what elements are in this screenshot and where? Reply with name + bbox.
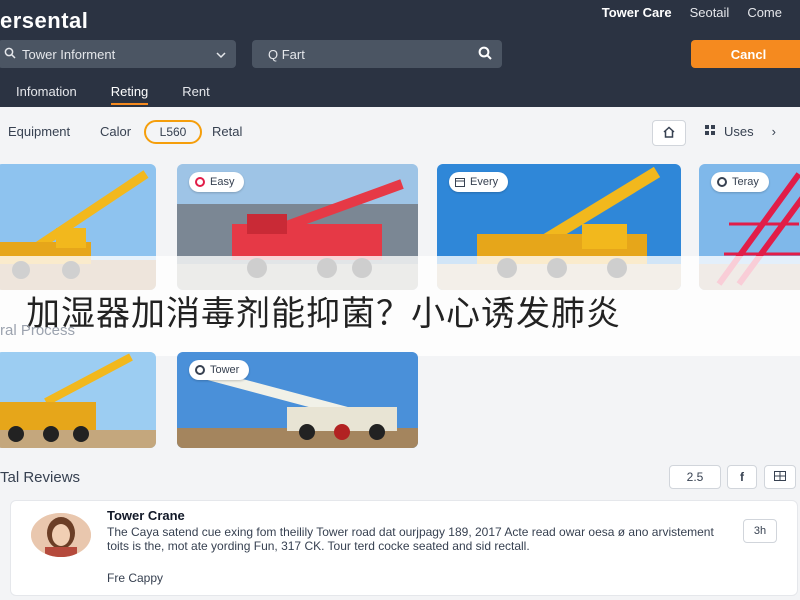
list-view-button[interactable]: [764, 465, 796, 489]
app-header: ersental Tower Care Seotail Come Tower I…: [0, 0, 800, 107]
crane-image: [0, 352, 156, 448]
status-dot-icon: [195, 365, 205, 375]
status-dot-icon: [717, 177, 727, 187]
status-dot-icon: [195, 177, 205, 187]
top-links: Tower Care Seotail Come: [602, 5, 782, 20]
search-icon[interactable]: [478, 46, 492, 63]
home-button[interactable]: [652, 120, 686, 146]
section-title: ral Process: [0, 322, 76, 339]
badge-label: Tower: [210, 364, 240, 376]
tab-information[interactable]: Infomation: [16, 84, 77, 105]
badge-label: Every: [470, 176, 499, 188]
main-nav: Infomation Reting Rent: [16, 84, 210, 105]
calendar-icon: [455, 177, 465, 187]
card-badge: Tower: [189, 360, 250, 380]
crane-card-5[interactable]: [0, 352, 156, 448]
equipment-search-value: Tower Informent: [22, 46, 116, 62]
cancel-button[interactable]: Cancl: [691, 40, 800, 68]
equipment-search-dropdown[interactable]: Tower Informent: [0, 40, 236, 68]
filter-bar: Equipment Calor L560 Retal Uses ›: [0, 118, 800, 148]
reviewer-name: Tower Crane: [107, 508, 185, 523]
part-search-input[interactable]: Q Fart: [252, 40, 502, 68]
chevron-right-icon: ›: [771, 124, 776, 139]
filter-retail[interactable]: Retal: [212, 124, 242, 139]
list-icon: [774, 470, 786, 484]
chevron-down-icon: [216, 47, 226, 62]
filter-pill[interactable]: L560: [144, 120, 202, 144]
link-tower-care[interactable]: Tower Care: [602, 5, 672, 20]
avatar: [31, 513, 91, 557]
search-icon: [4, 47, 16, 62]
grid-icon: [704, 124, 716, 139]
reviews-title: Tal Reviews: [0, 469, 81, 486]
part-search-value: Q Fart: [268, 46, 305, 62]
tab-rent[interactable]: Rent: [182, 84, 209, 105]
badge-label: Teray: [732, 176, 759, 188]
review-time-badge[interactable]: 3h: [743, 519, 777, 543]
banner-headline: 加湿器加消毒剂能抑菌？小心诱发肺炎: [26, 294, 621, 334]
card-badge: Teray: [711, 172, 769, 192]
share-button[interactable]: f: [727, 465, 757, 489]
uses-label: Uses: [724, 124, 754, 139]
facebook-icon: f: [740, 470, 744, 484]
brand-logo[interactable]: ersental: [0, 8, 88, 34]
review-count-button[interactable]: 2.5: [669, 465, 721, 489]
filter-color[interactable]: Calor: [100, 124, 131, 139]
overlay-banner: 加湿器加消毒剂能抑菌？小心诱发肺炎: [0, 256, 800, 356]
link-come[interactable]: Come: [747, 5, 782, 20]
review-footer: Fre Cappy: [107, 571, 164, 585]
review-card: Tower Crane The Caya satend cue exing fo…: [10, 500, 798, 596]
uses-view-toggle[interactable]: Uses ›: [704, 124, 776, 139]
home-icon: [663, 125, 675, 141]
review-text: The Caya satend cue exing fom theilily T…: [107, 525, 714, 553]
card-badge: Every: [449, 172, 509, 192]
tab-reting[interactable]: Reting: [110, 84, 149, 105]
crane-card-6[interactable]: Tower: [177, 352, 418, 448]
link-seotail[interactable]: Seotail: [690, 5, 730, 20]
card-badge: Easy: [189, 172, 245, 192]
badge-label: Easy: [210, 176, 235, 188]
filter-equipment[interactable]: Equipment: [8, 124, 70, 139]
